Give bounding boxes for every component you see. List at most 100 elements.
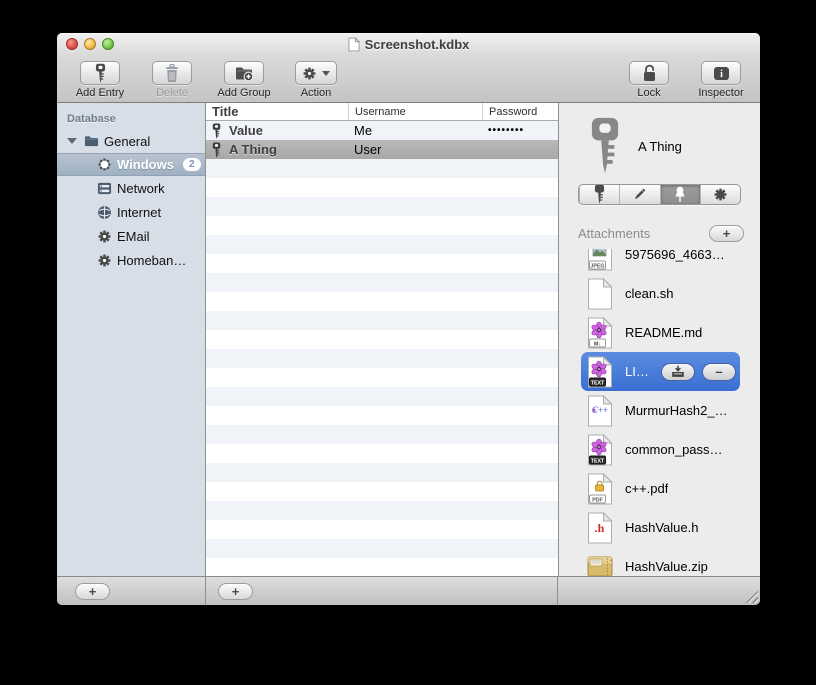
empty-row bbox=[206, 520, 558, 539]
attachments-label: Attachments bbox=[578, 225, 651, 241]
attachment-name: common_pass… bbox=[625, 442, 723, 457]
group-label: Internet bbox=[117, 204, 162, 220]
inspector-entry-title: A Thing bbox=[638, 138, 682, 154]
inspector-panel: A Thing Attachments + JPEG 5975696_4663…… bbox=[558, 103, 760, 576]
entry-title: A Thing bbox=[229, 142, 277, 157]
entry-title: Value bbox=[229, 123, 263, 138]
column-header-username[interactable]: Username bbox=[348, 103, 482, 120]
svg-text:JPEG: JPEG bbox=[590, 263, 604, 269]
attachment-name: LI… bbox=[625, 364, 649, 379]
group-label: Network bbox=[117, 180, 165, 196]
group-homebanking[interactable]: Homeban… bbox=[57, 248, 205, 272]
entry-table: Title Username Password Value Me •••••••… bbox=[206, 103, 558, 576]
inspector-button[interactable]: i Inspector bbox=[692, 61, 750, 99]
delete-button[interactable]: Delete bbox=[143, 61, 201, 99]
file-type-icon: C++ bbox=[587, 394, 613, 427]
file-type-icon bbox=[587, 277, 613, 310]
disclosure-triangle-icon[interactable] bbox=[67, 138, 77, 144]
save-attachment-button[interactable] bbox=[661, 362, 695, 381]
entry-table-body: Value Me •••••••• A Thing User bbox=[206, 121, 558, 576]
group-icon bbox=[97, 180, 112, 196]
group-email[interactable]: EMail bbox=[57, 224, 205, 248]
svg-text:M↓: M↓ bbox=[594, 341, 601, 347]
entry-username: User bbox=[354, 142, 382, 157]
add-entry-button[interactable]: Add Entry bbox=[71, 61, 129, 99]
attachment-name: HashValue.zip bbox=[625, 559, 708, 574]
file-type-icon: .h bbox=[587, 511, 613, 544]
empty-row bbox=[206, 159, 558, 178]
group-label: General bbox=[104, 133, 151, 149]
column-header-title[interactable]: Title bbox=[206, 103, 348, 120]
resize-grip[interactable] bbox=[746, 591, 758, 603]
window-title: Screenshot.kdbx bbox=[348, 37, 469, 52]
group-label: EMail bbox=[117, 228, 150, 244]
svg-text:i: i bbox=[720, 69, 723, 80]
tab-icon bbox=[673, 186, 687, 203]
group-network[interactable]: Network bbox=[57, 176, 205, 200]
entry-count-badge: 2 bbox=[182, 158, 201, 171]
attachments-list: JPEG 5975696_4663… clean.sh M↓ README.md bbox=[559, 249, 760, 576]
remove-attachment-button[interactable]: – bbox=[702, 362, 736, 381]
add-attachment-button[interactable]: + bbox=[709, 224, 744, 242]
group-icon bbox=[97, 204, 112, 220]
attachment-row[interactable]: TEXT LI… – bbox=[581, 352, 740, 391]
tab-settings[interactable] bbox=[699, 185, 740, 204]
document-icon bbox=[348, 37, 360, 52]
file-type-icon: TEXT bbox=[587, 355, 613, 388]
empty-row bbox=[206, 368, 558, 387]
group-windows[interactable]: Windows 2 bbox=[57, 153, 205, 176]
attachment-row[interactable]: .h HashValue.h bbox=[581, 508, 740, 547]
tab-attachments[interactable] bbox=[659, 185, 700, 204]
chevron-down-icon bbox=[322, 70, 330, 76]
attachment-name: MurmurHash2_… bbox=[625, 403, 728, 418]
add-entry-footer-button[interactable]: + bbox=[218, 582, 253, 600]
sidebar-section-header: Database bbox=[67, 113, 116, 125]
empty-row bbox=[206, 216, 558, 235]
minus-icon: – bbox=[715, 364, 723, 379]
entry-row[interactable]: A Thing User bbox=[206, 140, 558, 159]
svg-text:+: + bbox=[610, 558, 613, 564]
entry-password: •••••••• bbox=[488, 125, 525, 136]
add-group-footer-button[interactable]: + bbox=[75, 582, 110, 600]
empty-row bbox=[206, 311, 558, 330]
attachment-row[interactable]: PDF c++.pdf bbox=[581, 469, 740, 508]
svg-text:TEXT: TEXT bbox=[591, 380, 605, 386]
group-internet[interactable]: Internet bbox=[57, 200, 205, 224]
empty-row bbox=[206, 558, 558, 576]
export-icon bbox=[670, 365, 686, 379]
attachment-row[interactable]: + HashValue.zip bbox=[581, 547, 740, 576]
empty-row bbox=[206, 463, 558, 482]
toolbar: Add Entry Delete Add Group Action Lock i… bbox=[57, 55, 760, 103]
minimize-button[interactable] bbox=[84, 38, 96, 50]
status-bar: + + bbox=[57, 576, 760, 605]
group-general[interactable]: General bbox=[57, 129, 205, 153]
action-button[interactable]: Action bbox=[287, 61, 345, 99]
attachment-row[interactable]: clean.sh bbox=[581, 274, 740, 313]
add-group-button[interactable]: Add Group bbox=[215, 61, 273, 99]
column-header-password[interactable]: Password bbox=[482, 103, 558, 120]
toolbar-button-icon bbox=[642, 64, 657, 83]
empty-row bbox=[206, 482, 558, 501]
title-bar[interactable]: Screenshot.kdbx bbox=[57, 33, 760, 55]
file-type-icon: PDF bbox=[587, 472, 613, 505]
attachment-name: c++.pdf bbox=[625, 481, 669, 496]
lock-button[interactable]: Lock bbox=[620, 61, 678, 99]
zoom-button[interactable] bbox=[102, 38, 114, 50]
attachment-name: README.md bbox=[625, 325, 703, 340]
attachment-row[interactable]: M↓ README.md bbox=[581, 313, 740, 352]
file-type-icon: TEXT bbox=[587, 433, 613, 466]
entry-row[interactable]: Value Me •••••••• bbox=[206, 121, 558, 140]
close-button[interactable] bbox=[66, 38, 78, 50]
attachment-name: 5975696_4663… bbox=[625, 249, 725, 262]
svg-text:TEXT: TEXT bbox=[591, 458, 605, 464]
tab-edit[interactable] bbox=[619, 185, 659, 204]
empty-row bbox=[206, 254, 558, 273]
attachment-row[interactable]: C++ MurmurHash2_… bbox=[581, 391, 740, 430]
attachment-row[interactable]: JPEG 5975696_4663… bbox=[581, 249, 740, 274]
tab-general[interactable] bbox=[579, 185, 619, 204]
toolbar-button-icon bbox=[164, 63, 180, 83]
empty-row bbox=[206, 197, 558, 216]
attachment-row[interactable]: TEXT common_pass… bbox=[581, 430, 740, 469]
tab-icon bbox=[593, 185, 606, 204]
empty-row bbox=[206, 406, 558, 425]
